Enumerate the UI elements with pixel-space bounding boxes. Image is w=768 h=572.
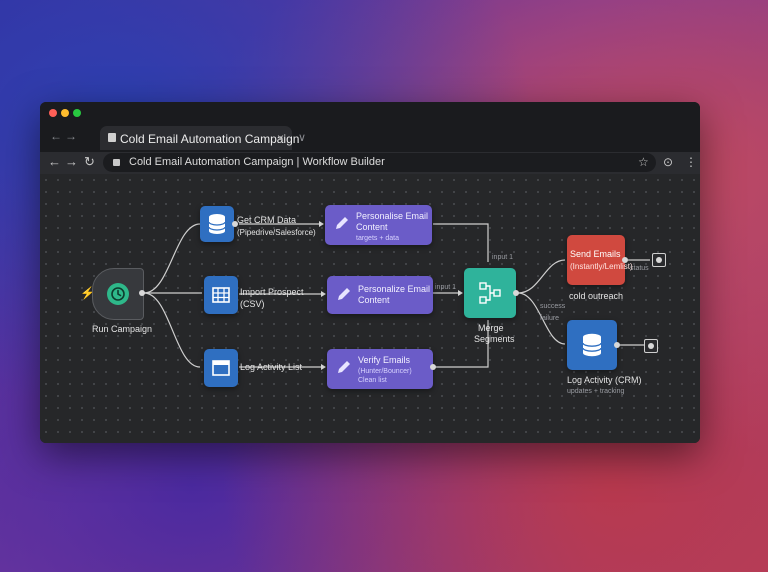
pencil-icon [338, 361, 350, 373]
trigger-label: Run Campaign [92, 324, 153, 334]
arrow-merge-in [458, 290, 463, 296]
edge-label-failure: failure [540, 315, 560, 322]
maximize-window-button[interactable] [73, 109, 81, 117]
personalize-title: Personalize Email [358, 284, 431, 294]
reload-icon[interactable]: ↻ [84, 154, 95, 170]
browser-window: ← → Cold Email Automation Campaign × ∨ ←… [40, 102, 700, 443]
window-icon [212, 360, 230, 376]
log-crm-title: Log Activity (CRM) [567, 375, 642, 385]
node-get-crm-data[interactable] [200, 206, 234, 242]
merge-output-port[interactable] [513, 290, 519, 296]
node-merge-segments[interactable] [464, 268, 516, 318]
import-subtitle: (CSV) [240, 299, 265, 309]
personalise-title-2: Content [356, 222, 388, 232]
address-bar[interactable]: Cold Email Automation Campaign | Workflo… [103, 153, 656, 172]
close-window-button[interactable] [49, 109, 57, 117]
edge-trigger-log [143, 292, 201, 368]
edge-merge-send [517, 259, 566, 294]
node-personalize-email[interactable]: Personalize Email Content [327, 276, 433, 314]
node-send-emails[interactable]: Send Emails (Instantly/Lemlist) [567, 235, 633, 285]
edge-trigger-crm [143, 223, 201, 294]
arrow-personalize-in [321, 291, 326, 297]
verify-output-port[interactable] [430, 364, 436, 370]
crm-title: Get CRM Data [237, 215, 297, 225]
tab-title: Cold Email Automation Campaign [120, 132, 300, 146]
browser-toolbar: ← → ↻ Cold Email Automation Campaign | W… [40, 152, 700, 174]
edge-label-input-mid: input 1 [435, 284, 457, 291]
log-crm-caption: updates + tracking [567, 388, 625, 395]
minimize-window-button[interactable] [61, 109, 69, 117]
node-log-activity-list[interactable] [204, 349, 238, 387]
tab-active[interactable]: Cold Email Automation Campaign × [100, 126, 299, 150]
personalise-title: Personalise Email [356, 211, 429, 221]
pencil-icon [336, 217, 348, 229]
send-add-icon[interactable] [652, 253, 666, 267]
tab-dropdown-icon[interactable]: ∨ [298, 131, 306, 144]
bookmark-star-icon[interactable]: ☆ [638, 155, 649, 169]
tab-close-icon[interactable]: × [277, 131, 284, 145]
personalize-title-2: Content [358, 295, 390, 305]
clock-icon [107, 283, 129, 305]
crm-subtitle: (Pipedrive/Salesforce) [237, 228, 316, 237]
url-text: Cold Email Automation Campaign | Workflo… [129, 156, 385, 168]
node-verify-emails[interactable]: Verify Emails (Hunter/Bouncer) Clean lis… [327, 349, 433, 389]
back-icon[interactable]: ← [48, 154, 61, 170]
node-import-prospect[interactable] [204, 276, 238, 314]
verify-subtitle-2: Clean list [358, 377, 387, 384]
edge-label-input-top: input 1 [492, 254, 514, 261]
edge-personalise-merge [433, 223, 489, 262]
personalise-subtitle: targets + data [356, 235, 400, 242]
database-icon [208, 214, 226, 234]
send-title: Send Emails [570, 249, 621, 259]
table-icon [212, 287, 230, 303]
title-bar: ← → Cold Email Automation Campaign × ∨ [40, 102, 700, 152]
arrow-personalise-in [319, 221, 324, 227]
send-output-port[interactable] [622, 257, 628, 263]
pencil-icon [338, 288, 350, 300]
workflow-canvas[interactable]: input 1 input 1 success failure status ⚡… [40, 174, 700, 443]
tab-forward-icon[interactable]: → [65, 130, 77, 142]
merge-title-2: Segments [474, 334, 515, 344]
crm-log-output-port[interactable] [614, 342, 620, 348]
node-log-activity-crm[interactable] [567, 320, 617, 370]
import-title: Import Prospect [240, 287, 304, 297]
send-caption: cold outreach [569, 291, 624, 301]
menu-icon[interactable]: ⋮ [685, 155, 697, 169]
forward-icon[interactable]: → [65, 154, 78, 170]
log-list-title: Log Activity List [240, 362, 303, 372]
edge-label-success: success [540, 303, 566, 310]
home-icon [113, 159, 120, 166]
trigger-output-port[interactable] [139, 290, 145, 296]
trigger-node-run-campaign[interactable] [92, 268, 144, 320]
lock-tab-icon [108, 133, 116, 142]
extension-icon[interactable]: ⊙ [663, 155, 673, 169]
verify-subtitle: (Hunter/Bouncer) [358, 368, 412, 375]
verify-title: Verify Emails [358, 355, 411, 365]
merge-icon [479, 282, 501, 304]
merge-title: Merge [478, 323, 504, 333]
node-personalise-email[interactable]: Personalise Email Content targets + data [325, 205, 432, 245]
arrow-verify-in [321, 364, 326, 370]
tab-back-icon[interactable]: ← [50, 130, 62, 142]
database-icon [582, 333, 602, 357]
crm-add-icon[interactable] [644, 339, 658, 353]
